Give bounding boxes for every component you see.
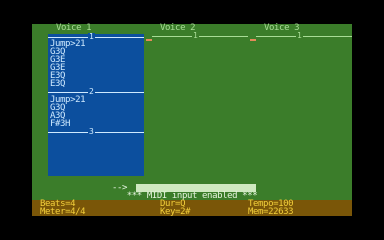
measure-marker-1: 1 <box>88 32 95 41</box>
midi-status-message: *** MIDI input enabled *** <box>126 191 258 201</box>
voice1-header[interactable]: Voice 1 <box>56 24 92 33</box>
measure-divider <box>48 37 144 38</box>
note-line[interactable]: F#3H <box>50 120 70 129</box>
voice1-panel[interactable]: 1 Jump>21 G3Q G3E G3E E3Q E3Q 2 Jump>21 … <box>48 32 144 176</box>
measure-divider <box>48 132 144 133</box>
key-value: Key=2# <box>160 207 191 217</box>
music-editor-screen: Voice 1 Voice 2 Voice 3 1 Jump>21 G3Q G3… <box>32 24 352 217</box>
playhead-tick-icon <box>250 39 256 41</box>
meter-value: Meter=4/4 <box>40 207 86 217</box>
playhead-tick-icon <box>146 39 152 41</box>
voice3-measure-marker-1: 1 <box>296 31 303 40</box>
memory-value: Mem=22633 <box>248 207 294 217</box>
measure-marker-3: 3 <box>88 127 95 136</box>
status-bar: Beats=4 Dur=Q Tempo=100 Meter=4/4 Key=2#… <box>32 200 352 217</box>
measure-divider <box>48 92 144 93</box>
note-line[interactable]: E3Q <box>50 80 65 89</box>
voice3-header[interactable]: Voice 3 <box>264 24 300 33</box>
measure-marker-2: 2 <box>88 87 95 96</box>
voice2-measure-divider <box>152 36 248 37</box>
voice2-measure-marker-1: 1 <box>192 31 199 40</box>
voice2-header[interactable]: Voice 2 <box>160 24 196 33</box>
voice3-measure-divider <box>256 36 352 37</box>
input-prompt-arrow: --> <box>112 183 128 193</box>
